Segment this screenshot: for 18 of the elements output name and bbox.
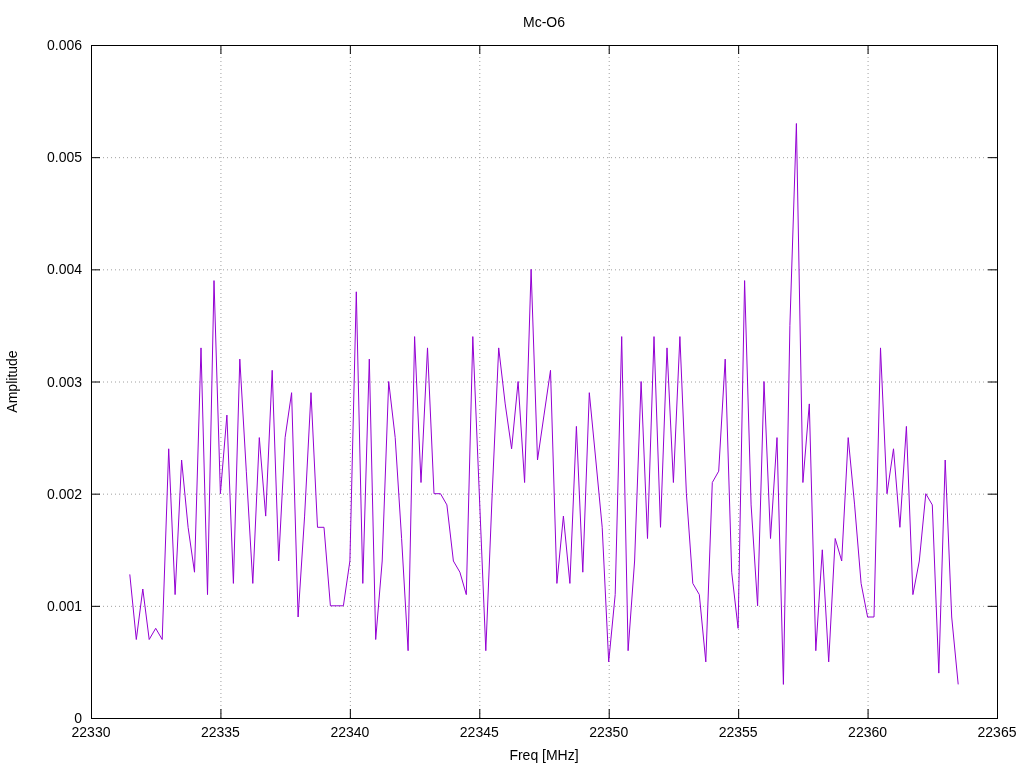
y-tick-label: 0.004 — [46, 261, 82, 278]
y-tick-label: 0 — [74, 710, 82, 726]
x-tick-label: 22345 — [459, 724, 499, 740]
x-tick-label: 22340 — [330, 724, 370, 740]
y-axis-label: Amplitude — [4, 350, 20, 413]
x-tick-label: 22360 — [848, 724, 888, 740]
y-tick-label: 0.005 — [46, 149, 82, 166]
y-tick-label: 0.001 — [46, 597, 82, 614]
x-tick-label: 22330 — [71, 724, 111, 740]
x-axis-label: Freq [MHz] — [509, 747, 579, 763]
x-tick-label: 22350 — [589, 724, 629, 740]
y-tick-label: 0.003 — [46, 373, 82, 390]
x-tick-label: 22365 — [977, 724, 1017, 740]
x-tick-label: 22355 — [718, 724, 758, 740]
y-tick-label: 0.006 — [46, 37, 82, 53]
y-tick-label: 0.002 — [46, 485, 82, 502]
x-tick-label: 22335 — [200, 724, 240, 740]
chart-title: Mc-O6 — [523, 14, 565, 30]
